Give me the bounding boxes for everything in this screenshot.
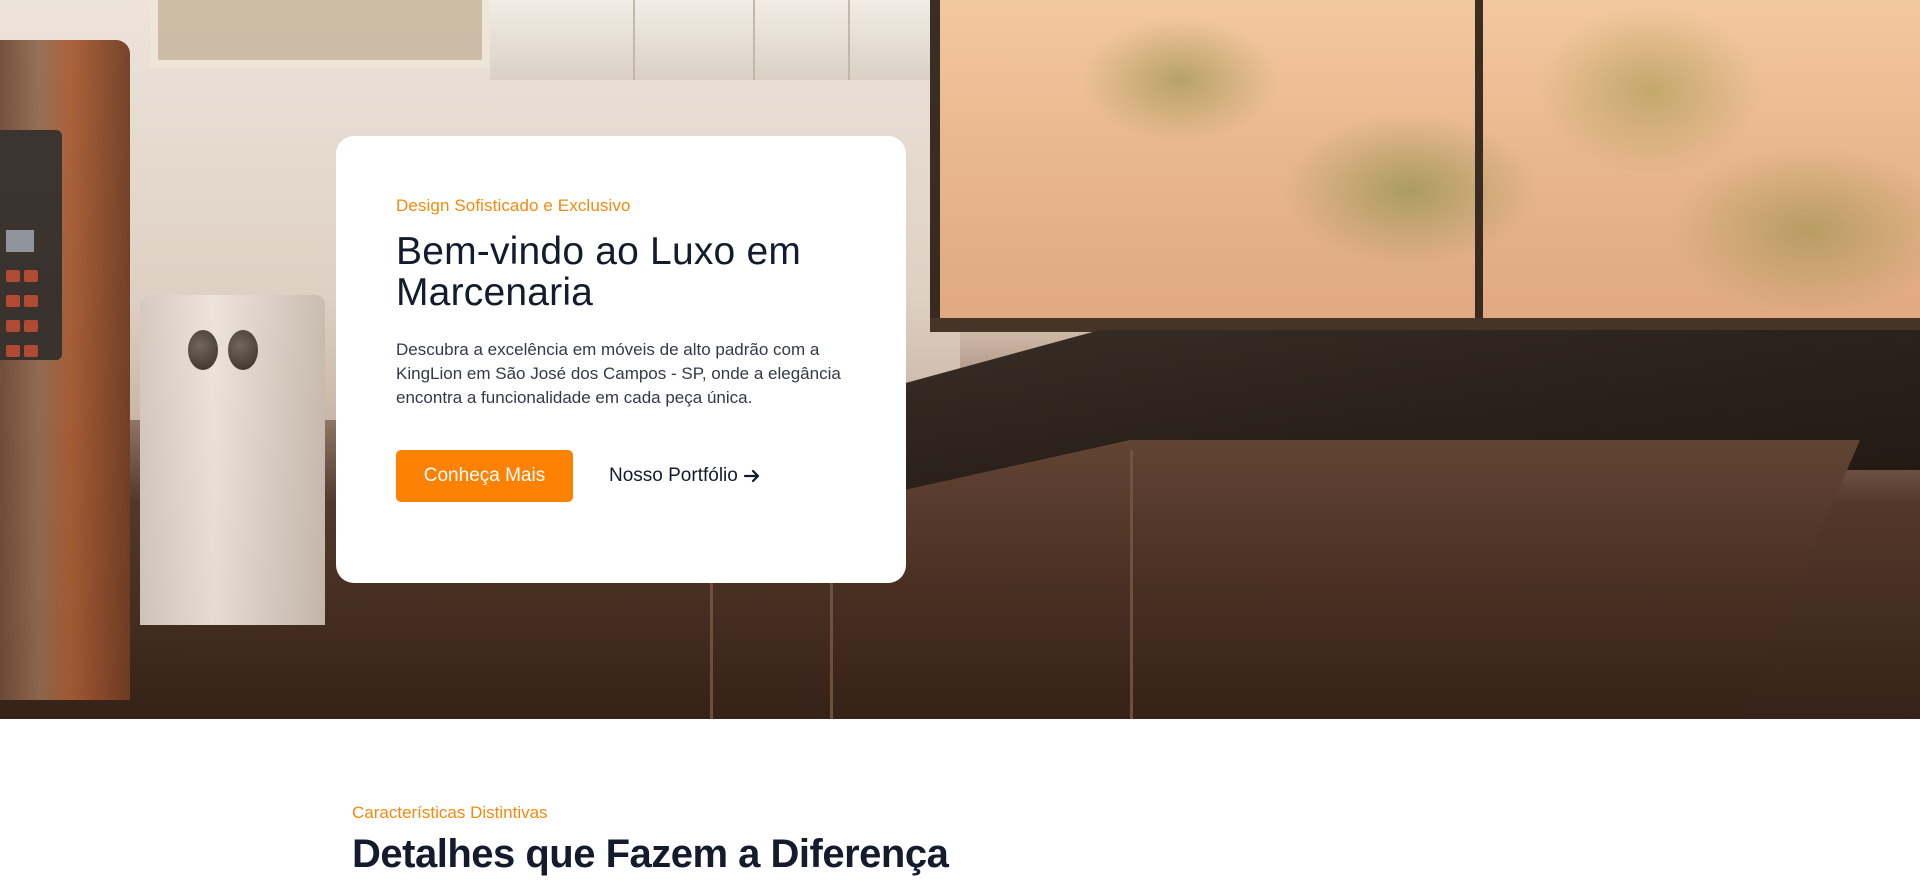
hero-card: Design Sofisticado e Exclusivo Bem-vindo… [336, 136, 906, 583]
learn-more-button[interactable]: Conheça Mais [396, 450, 573, 502]
hero-description: Descubra a excelência em móveis de alto … [396, 340, 841, 407]
hero-eyebrow: Design Sofisticado e Exclusivo [396, 196, 631, 215]
features-eyebrow: Características Distintivas [352, 803, 548, 822]
features-title: Detalhes que Fazem a Diferença [352, 832, 949, 876]
features-section: Características Distintivas Detalhes que… [0, 719, 1920, 881]
portfolio-link-label: Nosso Portfólio [609, 465, 738, 486]
portfolio-link[interactable]: Nosso Portfólio [609, 465, 762, 487]
hero-section: Design Sofisticado e Exclusivo Bem-vindo… [0, 0, 1920, 719]
arrow-right-icon [743, 469, 759, 483]
hero-actions: Conheça Mais Nosso Portfólio [396, 450, 846, 502]
hero-title: Bem-vindo ao Luxo em Marcenaria [396, 230, 802, 314]
